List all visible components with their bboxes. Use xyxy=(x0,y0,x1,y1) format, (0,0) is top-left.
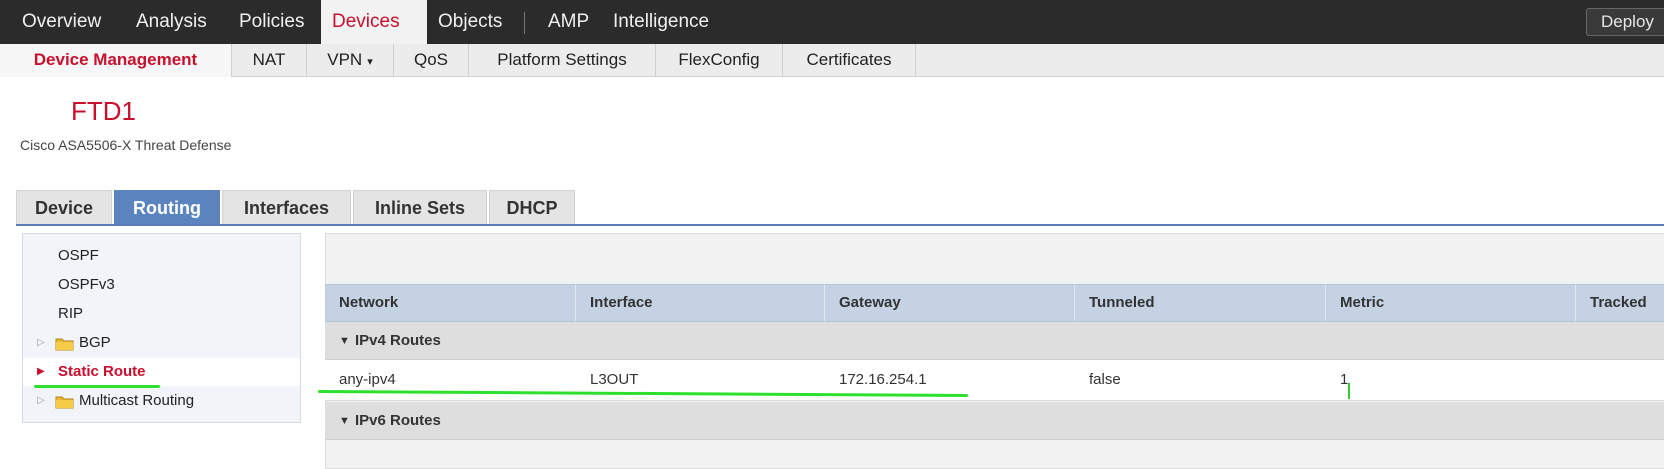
nav-divider xyxy=(524,12,525,34)
expand-triangle-icon[interactable]: ▷ xyxy=(37,387,45,415)
column-header-interface[interactable]: Interface xyxy=(576,285,825,321)
subnav-device-management[interactable]: Device Management xyxy=(0,44,232,77)
tab-inline-sets[interactable]: Inline Sets xyxy=(353,190,487,224)
group-label: IPv4 Routes xyxy=(355,332,441,349)
tree-item-label: Multicast Routing xyxy=(79,392,195,409)
subnav-nat[interactable]: NAT xyxy=(232,44,307,77)
tab-device[interactable]: Device xyxy=(16,190,112,224)
tree-item-label: OSPF xyxy=(58,247,99,264)
tree-item-label: Static Route xyxy=(58,363,146,380)
deploy-button[interactable]: Deploy xyxy=(1586,8,1664,36)
text-cursor xyxy=(1348,383,1350,399)
nav-overview[interactable]: Overview xyxy=(22,0,101,44)
tree-item-label: OSPFv3 xyxy=(58,276,115,293)
expand-triangle-icon[interactable]: ▷ xyxy=(37,329,45,357)
group-row-ipv6[interactable]: ▼ IPv6 Routes xyxy=(325,402,1664,440)
nav-objects[interactable]: Objects xyxy=(438,0,502,44)
tree-item-ospf[interactable]: OSPF xyxy=(23,242,300,270)
tab-routing[interactable]: Routing xyxy=(114,190,220,224)
table-row[interactable]: any-ipv4 L3OUT 172.16.254.1 false 1 xyxy=(325,360,1664,401)
folder-icon xyxy=(55,338,74,351)
subnav-qos[interactable]: QoS xyxy=(394,44,469,77)
tree-item-static-route[interactable]: ▶ Static Route xyxy=(23,358,300,386)
folder-icon xyxy=(55,396,74,409)
tab-interfaces[interactable]: Interfaces xyxy=(222,190,351,224)
column-header-tunneled[interactable]: Tunneled xyxy=(1075,285,1326,321)
cell-metric: 1 xyxy=(1340,371,1349,388)
group-row-ipv4[interactable]: ▼ IPv4 Routes xyxy=(325,322,1664,360)
tabs-underline xyxy=(16,224,1664,226)
column-header-metric[interactable]: Metric xyxy=(1326,285,1576,321)
chevron-down-icon: ▾ xyxy=(367,56,373,68)
tree-item-rip[interactable]: RIP xyxy=(23,300,300,328)
device-model: Cisco ASA5506-X Threat Defense xyxy=(20,137,232,153)
selected-triangle-icon: ▶ xyxy=(37,366,45,377)
subnav-vpn-label: VPN xyxy=(327,50,363,69)
nav-analysis[interactable]: Analysis xyxy=(136,0,207,44)
tree-item-label: BGP xyxy=(79,334,111,351)
tree-item-bgp[interactable]: ▷ BGP xyxy=(23,329,300,357)
tree-item-label: RIP xyxy=(58,305,84,322)
column-header-tracked[interactable]: Tracked xyxy=(1576,285,1664,321)
tree-item-multicast-routing[interactable]: ▷ Multicast Routing xyxy=(23,387,300,415)
collapse-triangle-icon: ▼ xyxy=(339,415,350,427)
nav-intelligence[interactable]: Intelligence xyxy=(613,0,709,44)
sub-navigation-bar: Device Management NAT VPN ▾ QoS Platform … xyxy=(0,44,1664,77)
nav-policies[interactable]: Policies xyxy=(239,0,304,44)
nav-amp[interactable]: AMP xyxy=(548,0,589,44)
routing-tree: OSPF OSPFv3 RIP ▷ BGP ▶ Static Route ▷ M… xyxy=(22,233,301,423)
collapse-triangle-icon: ▼ xyxy=(339,335,350,347)
subnav-platform-settings[interactable]: Platform Settings xyxy=(469,44,656,77)
nav-devices[interactable]: Devices xyxy=(321,0,427,44)
device-name: FTD1 xyxy=(71,96,136,126)
tab-dhcp[interactable]: DHCP xyxy=(489,190,575,224)
table-header: Network Interface Gateway Tunneled Metri… xyxy=(325,284,1664,322)
column-header-network[interactable]: Network xyxy=(325,285,576,321)
group-label: IPv6 Routes xyxy=(355,412,441,429)
column-header-gateway[interactable]: Gateway xyxy=(825,285,1075,321)
subnav-flexconfig[interactable]: FlexConfig xyxy=(656,44,783,77)
top-navigation-bar: Overview Analysis Policies Devices Objec… xyxy=(0,0,1664,44)
cell-network: any-ipv4 xyxy=(339,371,396,388)
subnav-certificates[interactable]: Certificates xyxy=(783,44,916,77)
tree-item-ospfv3[interactable]: OSPFv3 xyxy=(23,271,300,299)
subnav-vpn[interactable]: VPN ▾ xyxy=(307,44,394,77)
annotation-underline xyxy=(34,385,160,388)
cell-tunneled: false xyxy=(1089,371,1121,388)
